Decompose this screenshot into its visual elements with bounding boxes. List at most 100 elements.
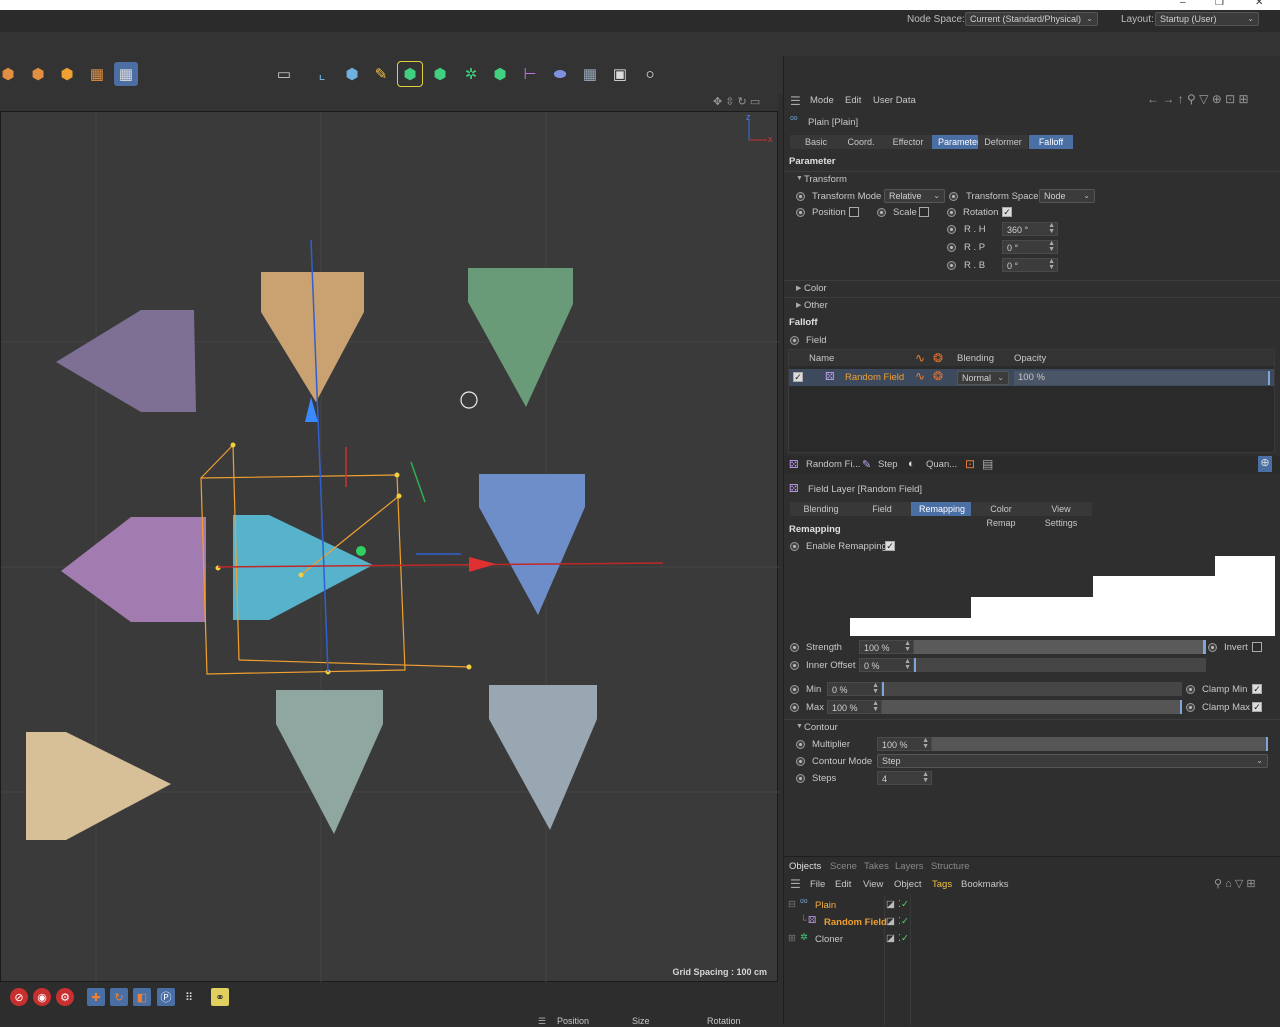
render-view-icon[interactable]: ▭ [272, 62, 296, 86]
transform-space-dropdown[interactable]: Node ⌄ [1039, 189, 1095, 203]
key-param-icon[interactable]: Ⓟ [157, 988, 175, 1006]
maximize-button[interactable]: ❐ [1215, 0, 1224, 8]
deformer-icon[interactable]: ⊢ [518, 62, 542, 86]
enable-remapping-radio[interactable] [790, 542, 799, 551]
node-space-dropdown[interactable]: Current (Standard/Physical) ⌄ [965, 12, 1098, 26]
edge-mode-icon[interactable]: ⬢ [26, 62, 50, 86]
field-radio[interactable] [790, 336, 799, 345]
enabled-check-icon[interactable]: ⁚✓ [898, 933, 909, 944]
rb-radio[interactable] [947, 261, 956, 270]
min-radio[interactable] [790, 685, 799, 694]
strength-input[interactable]: 100 % ▲ ▼ [859, 640, 914, 654]
invert-checkbox[interactable] [1252, 642, 1262, 652]
model-mode-icon[interactable]: ▦ [114, 62, 138, 86]
key-position-icon[interactable]: ✚ [87, 988, 105, 1006]
transform-space-radio[interactable] [949, 192, 958, 201]
position-checkbox[interactable] [849, 207, 859, 217]
min-slider[interactable] [882, 682, 1182, 696]
key-point-icon[interactable]: ⠿ [180, 988, 198, 1006]
spinner-icon[interactable]: ▲ ▼ [1048, 240, 1055, 253]
objects-menu-view[interactable]: View [863, 879, 883, 890]
spinner-icon[interactable]: ▲ ▼ [922, 771, 929, 784]
key-scale-icon[interactable]: ◧ [133, 988, 151, 1006]
uv-mode-icon[interactable]: ▦ [85, 62, 109, 86]
enabled-check-icon[interactable]: ⁚✓ [898, 916, 909, 927]
3d-viewport[interactable]: z x Grid Spacing : 100 cm [0, 111, 779, 983]
attributes-menu-icon[interactable]: ☰ [790, 94, 801, 108]
tab-effector[interactable]: Effector [882, 135, 934, 149]
tab-deformer[interactable]: Deformer [978, 135, 1028, 149]
tree-expander-icon[interactable]: ⊟ [788, 899, 796, 910]
steps-input[interactable]: 4 ▲ ▼ [877, 771, 932, 785]
multiplier-radio[interactable] [796, 740, 805, 749]
tree-expander-icon[interactable]: ⊞ [788, 933, 796, 944]
contour-mode-radio[interactable] [796, 757, 805, 766]
object-row-plain[interactable]: ⊟ ⁰⁰ Plain ◪ ⁚✓ [784, 897, 1280, 913]
rotation-checkbox[interactable]: ✓ [1002, 207, 1012, 217]
spinner-icon[interactable]: ▲ ▼ [1048, 258, 1055, 271]
remapping-curve-graph[interactable] [850, 556, 1275, 636]
cube-icon[interactable]: ⬢ [340, 62, 364, 86]
viewport-nav-icons[interactable]: ✥ ⇳ ↻ ▭ [713, 95, 760, 108]
transform-group-label[interactable]: Transform [804, 174, 847, 185]
lock-panel-icon[interactable]: ⊕ [1258, 456, 1272, 472]
field-row-opacity-slider[interactable]: 100 % [1014, 371, 1270, 385]
object-row-cloner[interactable]: ⊞ ✲ Cloner ◪ ⁚✓ [784, 931, 1280, 947]
objects-menu-object[interactable]: Object [894, 879, 921, 890]
disclosure-open-icon[interactable]: ▼ [796, 723, 803, 730]
structure-tab[interactable]: Structure [931, 861, 970, 872]
field-list[interactable]: Name ∿ ❂ Blending Opacity ✓ ⚄ Random Fie… [788, 349, 1275, 453]
inner-offset-input[interactable]: 0 % ▲ ▼ [859, 658, 914, 672]
disclosure-open-icon[interactable]: ▼ [796, 175, 803, 182]
objects-menu-edit[interactable]: Edit [835, 879, 851, 890]
mograph-icon[interactable]: ⬢ [488, 62, 512, 86]
minimize-button[interactable]: – [1180, 0, 1186, 8]
invert-radio[interactable] [1208, 643, 1217, 652]
layer-tab-random-field[interactable]: Random Fi... [806, 459, 860, 470]
scale-checkbox[interactable] [919, 207, 929, 217]
steps-radio[interactable] [796, 774, 805, 783]
spinner-icon[interactable]: ▲ ▼ [1048, 222, 1055, 235]
scene-tab[interactable]: Scene [830, 861, 857, 872]
polygon-mode-icon[interactable]: ⬢ [55, 62, 79, 86]
enabled-check-icon[interactable]: ⁚✓ [898, 899, 909, 910]
transform-mode-dropdown[interactable]: Relative ⌄ [884, 189, 945, 203]
camera-icon[interactable]: ▣ [608, 62, 632, 86]
disclosure-closed-icon[interactable]: ▶ [796, 284, 801, 292]
strength-slider[interactable] [914, 640, 1206, 654]
visibility-icon[interactable]: ◪ [886, 916, 895, 927]
autokey-icon[interactable]: ◉ [33, 988, 51, 1006]
coord-menu-icon[interactable]: ☰ [538, 1016, 546, 1027]
subtab-color-remap[interactable]: Color Remap [971, 502, 1031, 528]
layer-folder-icon[interactable]: ▤ [982, 457, 993, 471]
contour-mode-dropdown[interactable]: Step ⌄ [877, 754, 1268, 768]
clamp-max-checkbox[interactable]: ✓ [1252, 702, 1262, 712]
clamp-min-checkbox[interactable]: ✓ [1252, 684, 1262, 694]
objects-tab[interactable]: Objects [789, 861, 821, 872]
layout-dropdown[interactable]: Startup (User) ⌄ [1155, 12, 1259, 26]
cloner-icon[interactable]: ✲ [459, 62, 483, 86]
multiplier-slider[interactable] [932, 737, 1268, 751]
record-icon[interactable]: ⊘ [10, 988, 28, 1006]
key-rotation-icon[interactable]: ↻ [110, 988, 128, 1006]
pen-icon[interactable]: ✎ [369, 62, 393, 86]
objects-menu-tags[interactable]: Tags [932, 879, 952, 890]
layers-tab[interactable]: Layers [895, 861, 924, 872]
max-input[interactable]: 100 % ▲ ▼ [827, 700, 882, 714]
layer-tab-step[interactable]: Step [878, 459, 898, 470]
spinner-icon[interactable]: ▲ ▼ [904, 640, 911, 653]
visibility-icon[interactable]: ◪ [886, 899, 895, 910]
spinner-icon[interactable]: ▲ ▼ [922, 737, 929, 750]
rb-input[interactable]: 0 ° ▲ ▼ [1002, 258, 1058, 272]
max-radio[interactable] [790, 703, 799, 712]
enable-remapping-checkbox[interactable]: ✓ [885, 541, 895, 551]
subtab-remapping[interactable]: Remapping [911, 502, 973, 516]
rh-input[interactable]: 360 ° ▲ ▼ [1002, 222, 1058, 236]
tab-parameter[interactable]: Parameter [932, 135, 982, 149]
rh-radio[interactable] [947, 225, 956, 234]
motion-system-icon[interactable]: ⚭ [211, 988, 229, 1006]
tab-falloff[interactable]: Falloff [1029, 135, 1073, 149]
tab-coord[interactable]: Coord. [835, 135, 887, 149]
field-icon[interactable]: ⬬ [548, 62, 572, 86]
clamp-max-radio[interactable] [1186, 703, 1195, 712]
